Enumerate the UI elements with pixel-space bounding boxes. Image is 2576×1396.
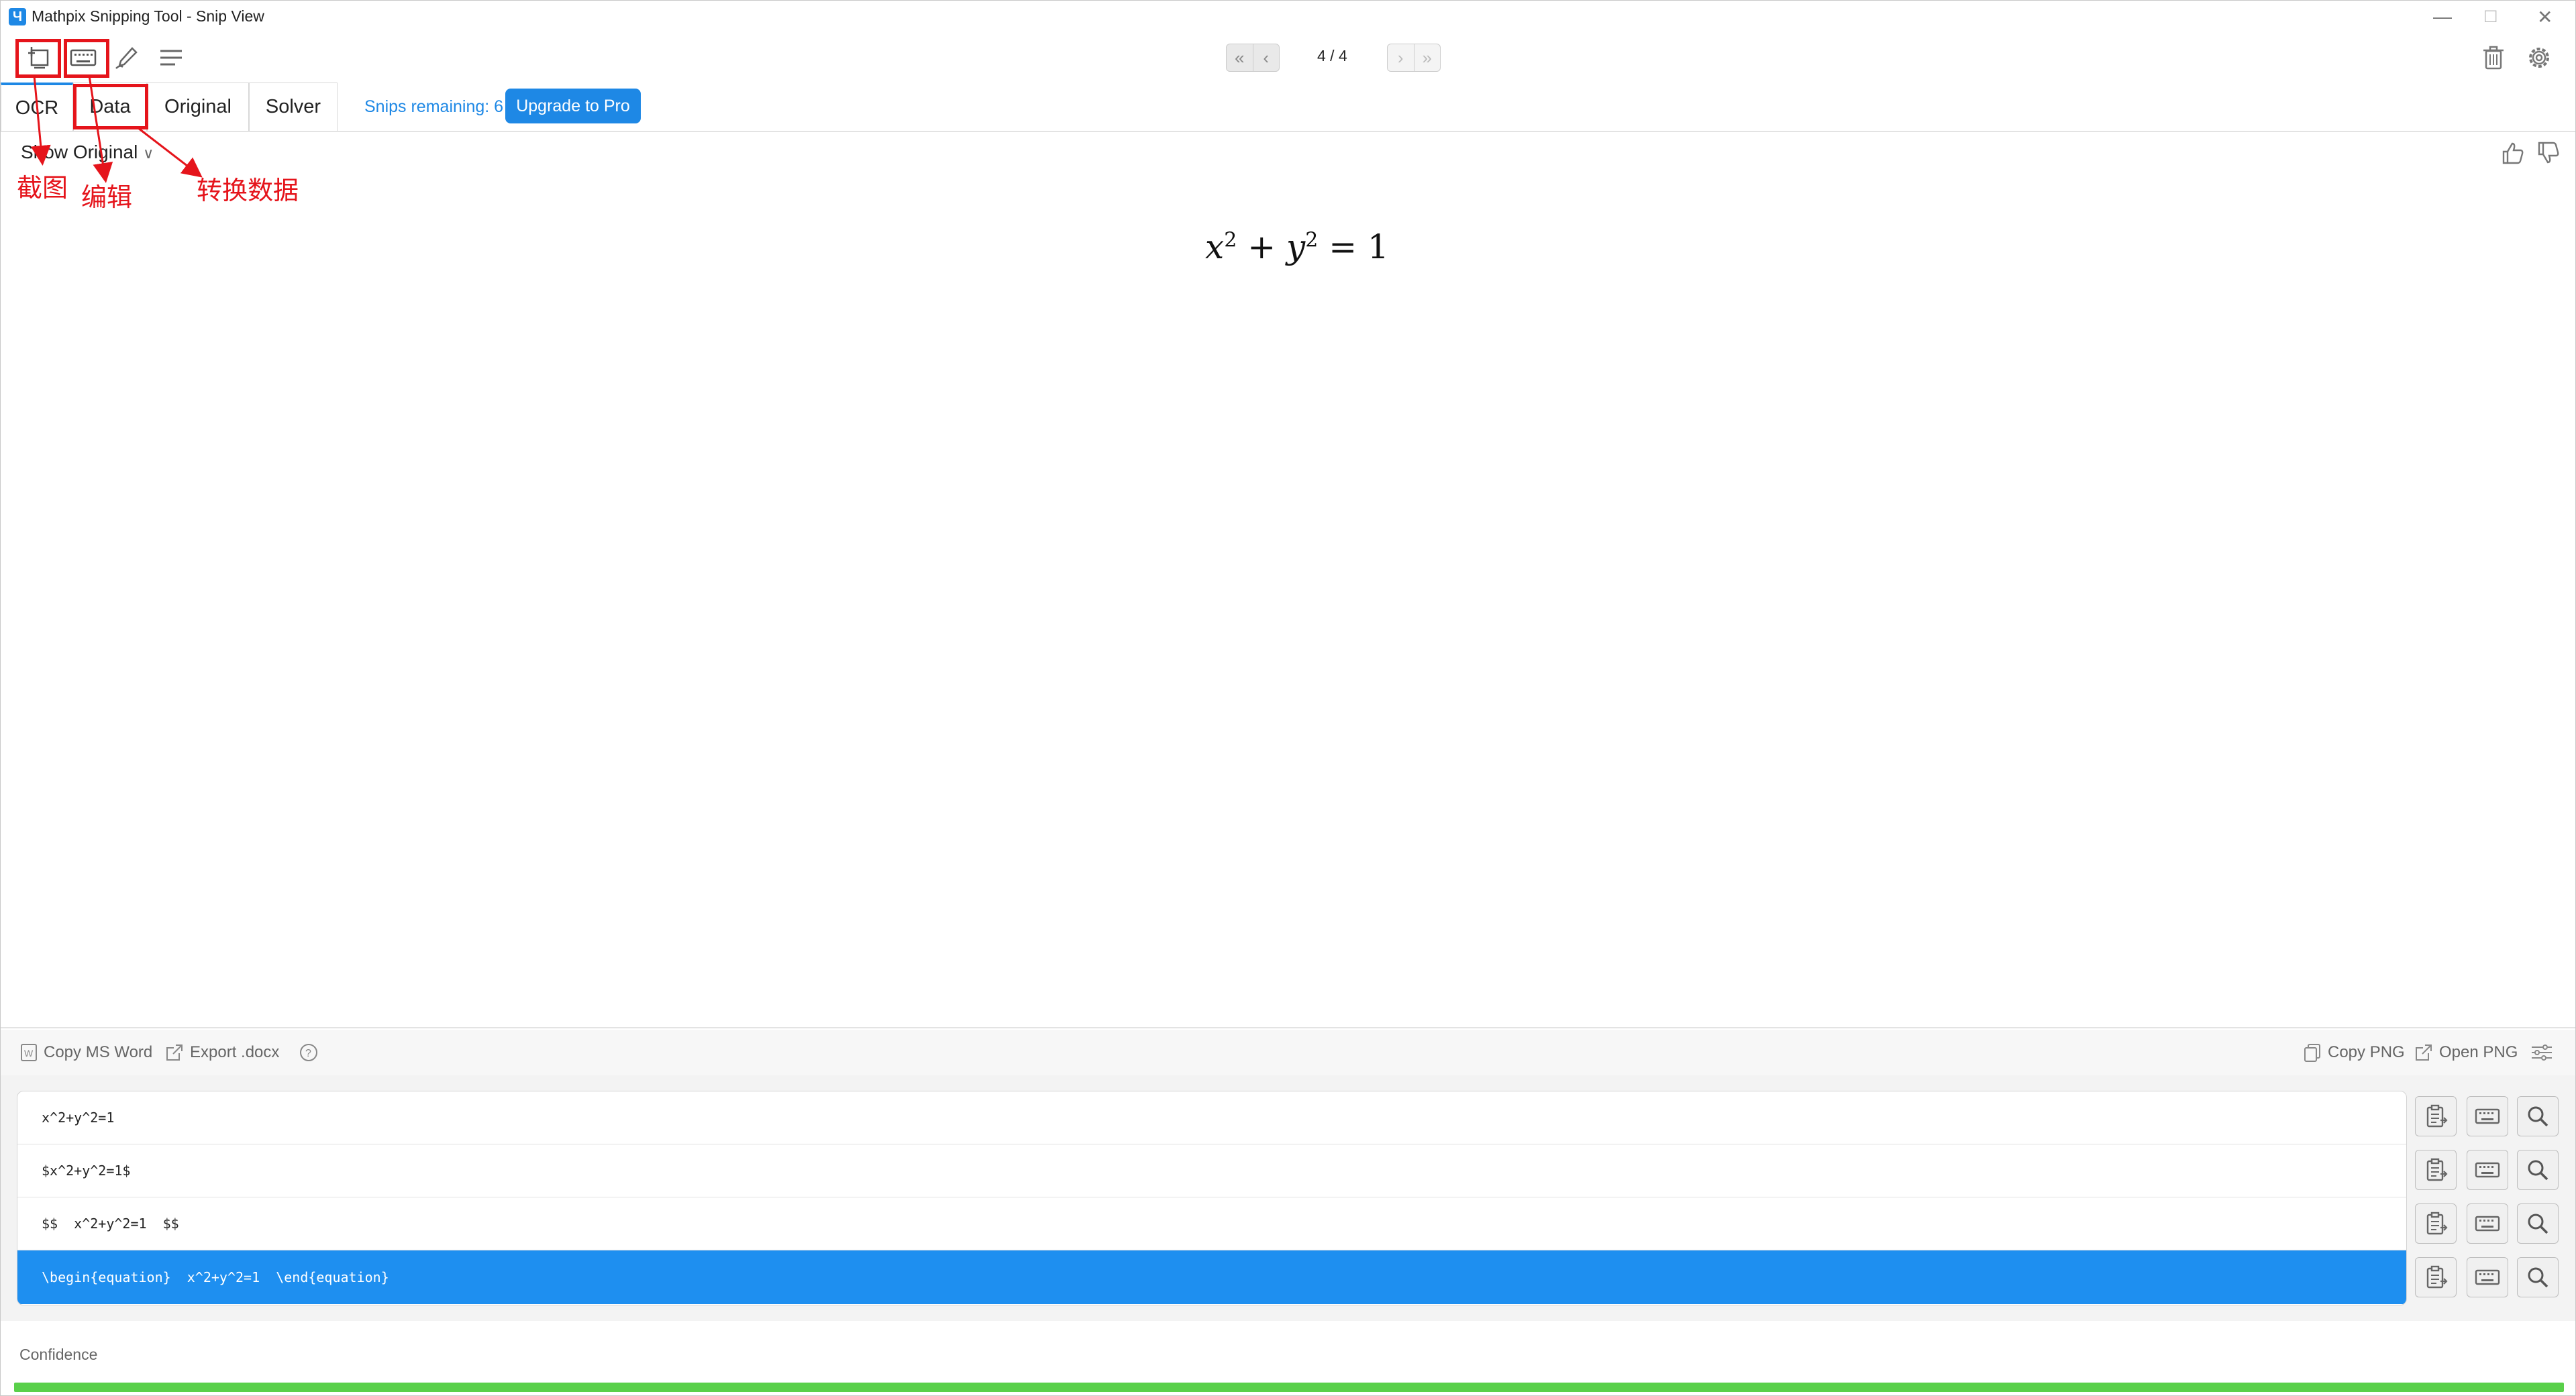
format-row-equation[interactable]: \begin{equation} x^2+y^2=1 \end{equation…: [17, 1250, 2406, 1304]
export-docx-label: Export .docx: [190, 1043, 280, 1061]
next-page-icon[interactable]: ›: [1388, 44, 1414, 71]
copy-format-button[interactable]: [2415, 1150, 2457, 1190]
keyboard-icon: [2474, 1103, 2501, 1130]
search-format-button[interactable]: [2517, 1150, 2559, 1190]
rendered-formula: x2 + y2 = 1: [1205, 227, 1389, 266]
prev-page-icon[interactable]: ‹: [1253, 44, 1280, 71]
copy-ms-word-label: Copy MS Word: [44, 1043, 153, 1061]
annotation-convert: 转换数据: [197, 177, 299, 205]
gear-icon[interactable]: [2524, 42, 2555, 73]
app-window: Ч Mathpix Snipping Tool - Snip View — ☐ …: [0, 0, 2576, 1396]
copy-ms-word-button[interactable]: W Copy MS Word: [19, 1042, 152, 1063]
content-divider: [1, 1027, 2575, 1028]
search-icon: [2524, 1264, 2551, 1291]
svg-text:?: ?: [305, 1048, 311, 1059]
search-icon: [2524, 1210, 2551, 1237]
search-format-button[interactable]: [2517, 1096, 2559, 1136]
clipboard-icon: [2422, 1264, 2449, 1291]
snips-remaining: Snips remaining: 6: [364, 97, 504, 116]
copy-icon: [2304, 1044, 2320, 1062]
thumbs-up-icon[interactable]: [2497, 138, 2528, 168]
external-link-icon: [2416, 1044, 2432, 1061]
search-format-button[interactable]: [2517, 1203, 2559, 1244]
maximize-button[interactable]: ☐: [2483, 7, 2498, 27]
confidence-label: Confidence: [19, 1346, 98, 1363]
annotation-snip: 截图: [17, 174, 68, 203]
close-button[interactable]: ✕: [2537, 6, 2553, 28]
open-png-button[interactable]: Open PNG: [2414, 1042, 2518, 1063]
keyboard-format-button[interactable]: [2467, 1096, 2508, 1136]
keyboard-format-button[interactable]: [2467, 1257, 2508, 1297]
copy-format-button[interactable]: [2415, 1203, 2457, 1244]
sliders-icon[interactable]: [2530, 1042, 2553, 1063]
clipboard-icon: [2422, 1103, 2449, 1130]
format-row-inline[interactable]: $x^2+y^2=1$: [17, 1144, 2406, 1197]
format-row-plain[interactable]: x^2+y^2=1: [17, 1091, 2406, 1144]
copy-format-button[interactable]: [2415, 1257, 2457, 1297]
upgrade-button[interactable]: Upgrade to Pro: [505, 89, 641, 123]
keyboard-format-button[interactable]: [2467, 1150, 2508, 1190]
keyboard-format-button[interactable]: [2467, 1203, 2508, 1244]
tab-divider: [1, 131, 2575, 132]
clipboard-icon: [2422, 1210, 2449, 1237]
word-icon: W: [21, 1044, 37, 1061]
minimize-button[interactable]: —: [2433, 6, 2452, 28]
keyboard-icon: [2474, 1264, 2501, 1291]
export-docx-button[interactable]: Export .docx: [164, 1042, 279, 1063]
formats-list: x^2+y^2=1 $x^2+y^2=1$ $$ x^2+y^2=1 $$ \b…: [17, 1091, 2407, 1305]
open-png-label: Open PNG: [2439, 1043, 2518, 1061]
copy-format-button[interactable]: [2415, 1096, 2457, 1136]
trash-icon[interactable]: [2478, 42, 2509, 73]
confidence-bar: [14, 1383, 2564, 1392]
format-row-display[interactable]: $$ x^2+y^2=1 $$: [17, 1197, 2406, 1250]
svg-text:W: W: [24, 1048, 34, 1059]
page-indicator: 4 / 4: [1317, 47, 1347, 64]
help-icon[interactable]: ?: [299, 1042, 319, 1063]
clipboard-icon: [2422, 1157, 2449, 1183]
keyboard-icon: [2474, 1210, 2501, 1237]
title-bar: Ч Mathpix Snipping Tool - Snip View — ☐ …: [1, 1, 2575, 34]
copy-png-button[interactable]: Copy PNG: [2302, 1042, 2405, 1063]
first-page-icon[interactable]: «: [1227, 44, 1253, 71]
search-icon: [2524, 1103, 2551, 1130]
thumbs-down-icon[interactable]: [2532, 138, 2563, 168]
search-format-button[interactable]: [2517, 1257, 2559, 1297]
keyboard-icon: [2474, 1157, 2501, 1183]
last-page-icon[interactable]: »: [1414, 44, 1441, 71]
search-icon: [2524, 1157, 2551, 1183]
action-bar: [1, 1030, 2575, 1075]
external-link-icon: [166, 1044, 183, 1061]
prev-nav-group: « ‹: [1226, 44, 1280, 72]
annotation-edit: 编辑: [81, 184, 133, 212]
copy-png-label: Copy PNG: [2328, 1043, 2405, 1061]
next-nav-group: › »: [1387, 44, 1441, 72]
